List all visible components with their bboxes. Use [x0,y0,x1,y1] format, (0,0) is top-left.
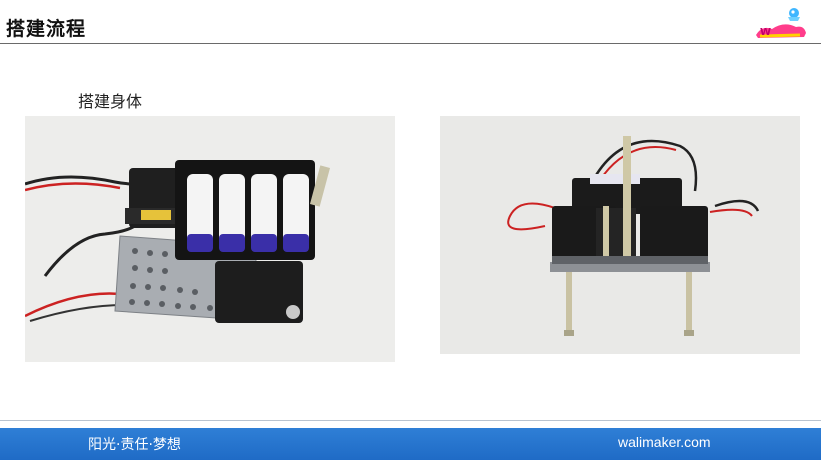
footer-divider [0,420,821,421]
assembled-body-top-view [25,116,395,362]
svg-text:W: W [760,27,771,38]
footer-motto: 阳光·责任·梦想 [88,437,181,453]
assembled-body-front-view [440,116,800,354]
walimaker-logo-icon: W [750,5,810,41]
footer-website-link[interactable]: walimaker.com [618,434,711,450]
footer-bar: 阳光·责任·梦想 walimaker.com [0,428,821,460]
header-divider [0,43,821,44]
section-heading: 搭建身体 [78,92,143,111]
slide-title: 搭建流程 [6,18,87,40]
